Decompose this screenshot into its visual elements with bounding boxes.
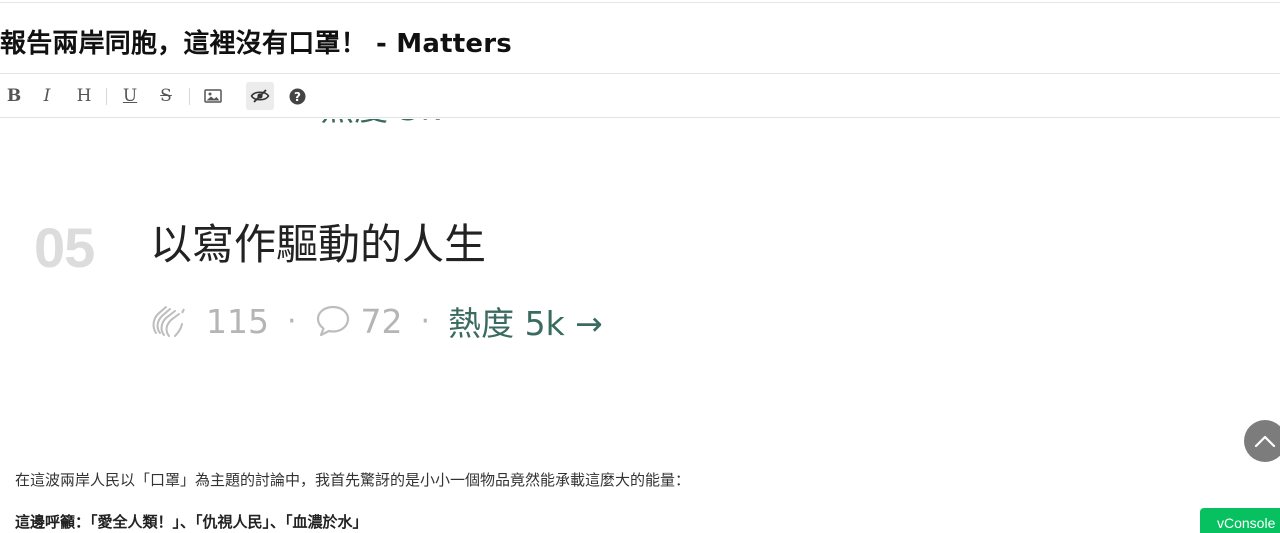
article-stats: 115 · 72 · 熱度 5k → <box>148 297 603 345</box>
title-bar: 報告兩岸同胞，這裡沒有口罩！ - Matters <box>0 4 1280 74</box>
article-title: 以寫作驅動的人生 <box>150 220 487 269</box>
chevron-up-icon <box>1254 435 1276 448</box>
strikethrough-icon: S <box>160 85 172 106</box>
strikethrough-button[interactable]: S <box>152 82 180 110</box>
toolbar-separator <box>189 88 190 105</box>
heat-link[interactable]: 熱度 5k → <box>448 297 603 345</box>
claps-count: 115 <box>206 301 269 341</box>
heading-icon: H <box>76 85 92 106</box>
bold-icon: B <box>6 85 22 106</box>
previous-heat-label: 熱度 5k <box>320 119 440 130</box>
previous-comments-count: 30 <box>233 119 276 125</box>
stats-separator: · <box>420 303 431 339</box>
rank-number: 05 <box>34 216 95 279</box>
embedded-ranking-image: 115 30 熱度 5k 05 以寫作驅動的人生 115 · 72 · 熱度 5… <box>0 119 1240 419</box>
italic-button[interactable]: I <box>33 82 61 110</box>
help-icon: ? <box>289 88 305 104</box>
comment-icon <box>316 305 349 337</box>
comments-count: 72 <box>360 301 403 341</box>
previous-stats-row: 115 30 熱度 5k <box>148 119 440 129</box>
editor-toolbar: B I H U S ? <box>0 75 1280 118</box>
underline-icon: U <box>122 85 138 106</box>
preview-toggle-button[interactable] <box>246 82 274 110</box>
page-title[interactable]: 報告兩岸同胞，這裡沒有口罩！ - Matters <box>0 23 512 60</box>
stats-separator: · <box>287 303 297 339</box>
svg-text:?: ? <box>294 89 301 103</box>
bold-button[interactable]: B <box>0 82 28 110</box>
underline-button[interactable]: U <box>116 82 144 110</box>
preview-eye-icon <box>250 89 270 103</box>
body-paragraph-bold: 這邊呼籲：「愛全人類！」、「仇視人民」、「血濃於水」 <box>15 513 368 531</box>
top-divider <box>0 2 1280 3</box>
clap-icon <box>152 306 185 337</box>
body-paragraph: 在這波兩岸人民以「口罩」為主題的討論中，我首先驚訝的是小小一個物品竟然能承載這麼… <box>15 471 691 489</box>
insert-image-button[interactable] <box>199 82 227 110</box>
vconsole-button[interactable]: vConsole <box>1200 508 1280 533</box>
heading-button[interactable]: H <box>70 82 98 110</box>
italic-icon: I <box>43 85 51 106</box>
previous-claps-count: 115 <box>148 119 213 125</box>
image-icon <box>204 89 222 103</box>
scroll-to-top-button[interactable] <box>1244 420 1280 462</box>
help-button[interactable]: ? <box>283 82 311 110</box>
toolbar-separator <box>106 88 107 105</box>
